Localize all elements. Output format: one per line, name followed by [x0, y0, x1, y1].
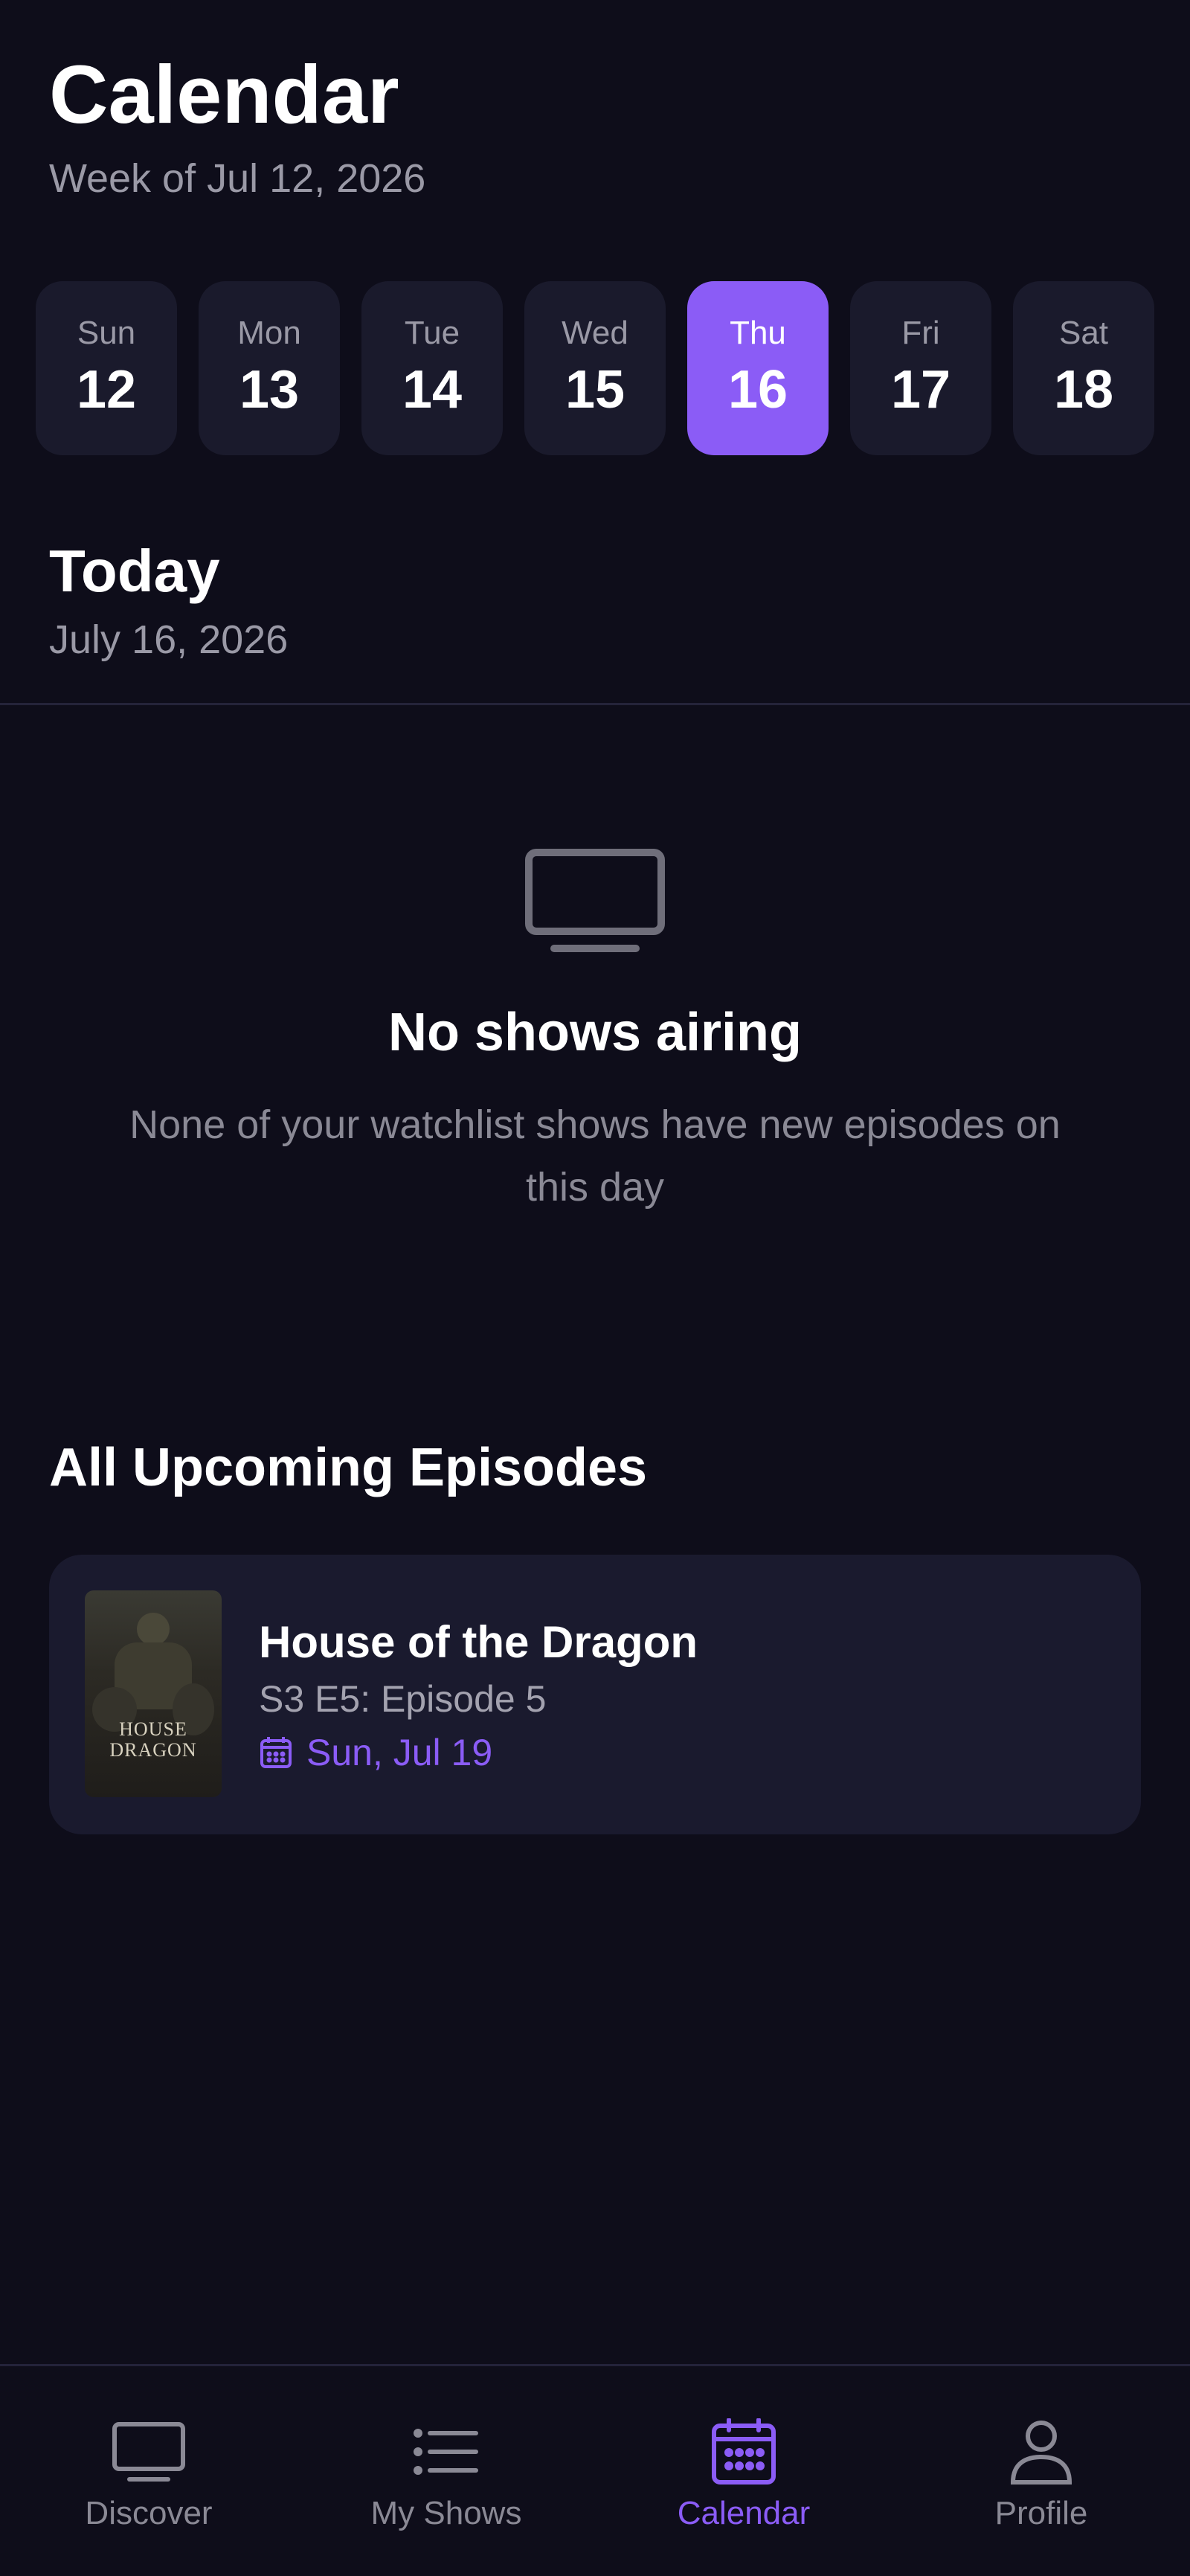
empty-state-description: None of your watchlist shows have new ep…	[129, 1102, 1061, 1210]
day-number: 18	[1053, 360, 1114, 420]
bottom-tab-bar: Discover My Shows Calendar Profile	[0, 2364, 1190, 2576]
selected-day-header: Today July 16, 2026	[49, 536, 288, 664]
air-date-text: Sun, Jul 19	[306, 1732, 493, 1773]
day-button-thu[interactable]: Thu 16	[687, 281, 829, 455]
day-button-fri[interactable]: Fri 17	[850, 281, 991, 455]
day-number: 12	[76, 360, 137, 420]
day-number: 16	[727, 360, 788, 420]
episode-info: House of the Dragon S3 E5: Episode 5 Sun…	[259, 1616, 698, 1775]
day-name: Sat	[1058, 315, 1109, 352]
empty-state-title: No shows airing	[387, 1003, 803, 1062]
page-header: Calendar Week of Jul 12, 2026	[49, 46, 425, 203]
calendar-screen: Calendar Week of Jul 12, 2026 Sun 12 Mon…	[0, 0, 1190, 2576]
tab-calendar[interactable]: Calendar	[595, 2366, 892, 2576]
day-number: 13	[239, 360, 300, 420]
calendar-icon	[260, 1737, 292, 1768]
day-number: 14	[402, 360, 463, 420]
day-name: Sun	[77, 315, 136, 352]
day-button-mon[interactable]: Mon 13	[199, 281, 340, 455]
selected-day-title: Today	[49, 538, 220, 604]
week-day-selector: Sun 12 Mon 13 Tue 14 Wed 15 Thu 16 Fri 1…	[36, 281, 1154, 455]
episode-card[interactable]: HOUSE DRAGON House of the Dragon S3 E5: …	[49, 1555, 1141, 1834]
person-icon	[1010, 2421, 1072, 2485]
day-number: 17	[890, 360, 951, 420]
poster-title: HOUSE DRAGON	[85, 1719, 222, 1760]
day-number: 15	[565, 360, 625, 420]
day-name: Wed	[562, 315, 628, 352]
tab-my-shows[interactable]: My Shows	[298, 2366, 595, 2576]
calendar-icon	[712, 2418, 776, 2485]
upcoming-section-title: All Upcoming Episodes	[49, 1438, 648, 1497]
poster-title-line: DRAGON	[109, 1738, 197, 1761]
tv-icon	[525, 849, 665, 952]
tv-icon	[112, 2422, 185, 2482]
episode-label: S3 E5: Episode 5	[259, 1678, 547, 1720]
day-name: Mon	[237, 315, 301, 352]
day-name: Thu	[730, 315, 786, 352]
tab-discover[interactable]: Discover	[0, 2366, 298, 2576]
show-title: House of the Dragon	[259, 1617, 698, 1667]
section-divider	[0, 703, 1190, 705]
poster-title-line: HOUSE	[119, 1718, 187, 1741]
day-button-tue[interactable]: Tue 14	[361, 281, 503, 455]
empty-state: No shows airing None of your watchlist s…	[0, 848, 1190, 1219]
week-subtitle: Week of Jul 12, 2026	[49, 156, 426, 201]
day-name: Tue	[404, 315, 460, 352]
tab-label: Profile	[994, 2495, 1088, 2531]
poster-figure	[137, 1613, 170, 1645]
page-title: Calendar	[49, 49, 399, 141]
selected-day-date: July 16, 2026	[49, 617, 289, 662]
day-button-sat[interactable]: Sat 18	[1013, 281, 1154, 455]
show-poster: HOUSE DRAGON	[85, 1590, 222, 1797]
tab-label: Discover	[85, 2495, 213, 2531]
list-icon	[414, 2429, 478, 2475]
air-date: Sun, Jul 19	[259, 1730, 698, 1775]
day-button-sun[interactable]: Sun 12	[36, 281, 177, 455]
tab-label: My Shows	[370, 2495, 522, 2531]
tab-profile[interactable]: Profile	[892, 2366, 1190, 2576]
day-name: Fri	[901, 315, 940, 352]
day-button-wed[interactable]: Wed 15	[524, 281, 666, 455]
tab-label: Calendar	[677, 2495, 811, 2531]
